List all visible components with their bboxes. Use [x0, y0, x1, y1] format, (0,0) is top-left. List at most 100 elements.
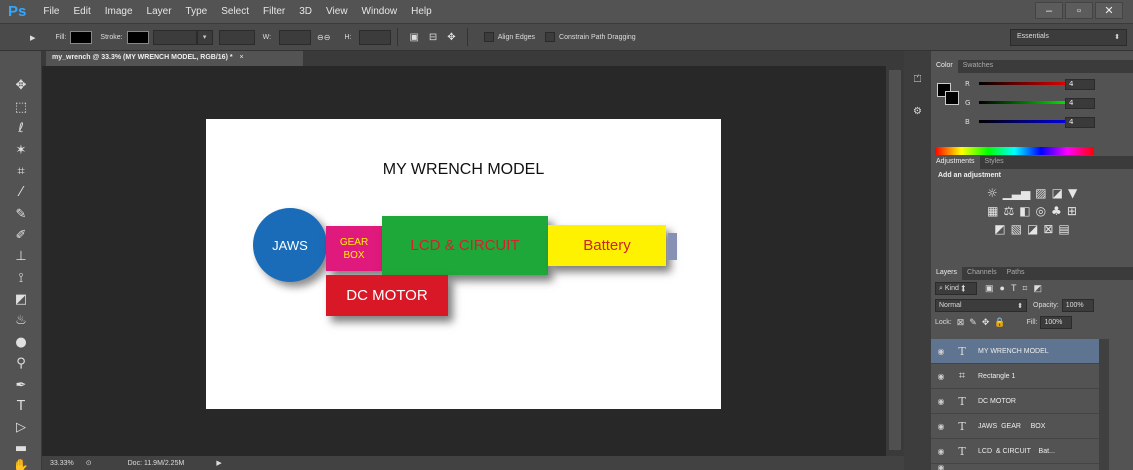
menu-layer[interactable]: Layer — [140, 6, 179, 17]
menu-type[interactable]: Type — [179, 6, 215, 17]
stroke-width-dropdown[interactable]: ▾ — [196, 29, 213, 45]
tab-paths[interactable]: Paths — [1002, 267, 1030, 280]
close-tab-icon[interactable]: × — [240, 54, 244, 61]
menu-file[interactable]: File — [36, 6, 66, 17]
path-selection-tool-icon[interactable]: ▷ — [12, 420, 30, 436]
tab-color[interactable]: Color — [931, 60, 958, 73]
blue-slider[interactable] — [979, 120, 1077, 123]
path-operations-icon[interactable]: ▣ — [409, 32, 418, 43]
history-panel-icon[interactable]: ⏍ — [910, 74, 925, 88]
gradient-map-icon[interactable]: ▤ — [1058, 222, 1069, 236]
visibility-eye-icon[interactable]: ◉ — [931, 447, 951, 456]
tab-adjustments[interactable]: Adjustments — [931, 156, 980, 169]
tab-styles[interactable]: Styles — [980, 156, 1009, 169]
threshold-icon[interactable]: ◪ — [1027, 222, 1038, 236]
document-canvas[interactable]: MY WRENCH MODEL JAWS GEAR BOX LCD & CIRC… — [206, 119, 721, 409]
history-brush-tool-icon[interactable]: ⟟ — [12, 271, 30, 287]
tab-channels[interactable]: Channels — [962, 267, 1002, 280]
stroke-width-input[interactable] — [152, 29, 197, 45]
levels-icon[interactable]: ▁▃▅ — [1003, 186, 1031, 200]
background-color-swatch[interactable] — [945, 91, 959, 105]
rectangle-tool-icon[interactable]: ▬ — [12, 441, 30, 457]
color-lookup-icon[interactable]: ⊞ — [1067, 204, 1077, 218]
blue-value[interactable]: 4 — [1065, 117, 1095, 128]
green-slider[interactable] — [979, 101, 1077, 104]
path-select-tool-icon[interactable]: ▸ — [30, 31, 36, 44]
workspace-dropdown[interactable]: Essentials ⬍ — [1010, 29, 1127, 46]
opacity-input[interactable]: 100% — [1061, 299, 1094, 312]
lasso-tool-icon[interactable]: ℓ — [12, 121, 30, 137]
layer-row[interactable]: ◉ — [931, 464, 1099, 470]
blend-mode-dropdown[interactable]: Normal ⬍ — [935, 299, 1027, 312]
layer-row[interactable]: ◉ T MY WRENCH MODEL — [931, 339, 1099, 364]
align-edges-checkbox[interactable] — [483, 32, 494, 42]
height-input[interactable] — [359, 29, 392, 45]
menu-image[interactable]: Image — [98, 6, 140, 17]
stroke-type-dropdown[interactable] — [218, 29, 255, 45]
menu-window[interactable]: Window — [355, 6, 405, 17]
red-slider[interactable] — [979, 82, 1077, 85]
visibility-eye-icon[interactable]: ◉ — [931, 422, 951, 431]
layer-filter-icons[interactable]: ▣●T⌗◩ — [985, 283, 1048, 294]
vibrance-icon[interactable]: ▼ — [1068, 186, 1077, 200]
scrollbar-thumb[interactable] — [889, 70, 901, 450]
curves-icon[interactable]: ▨ — [1035, 186, 1046, 200]
healing-brush-tool-icon[interactable]: ✎ — [12, 207, 30, 223]
layer-kind-filter[interactable]: ⌕ Kind ⬍ — [935, 282, 977, 295]
selective-color-icon[interactable]: ⊠ — [1043, 222, 1053, 236]
status-info-icon[interactable]: ⊙ — [86, 459, 92, 467]
document-tab[interactable]: my_wrench @ 33.3% (MY WRENCH MODEL, RGB/… — [46, 51, 303, 66]
hand-tool-icon[interactable]: ✋ — [12, 459, 30, 470]
zoom-level[interactable]: 33.33% — [50, 460, 74, 467]
fill-swatch[interactable] — [70, 30, 93, 44]
exposure-icon[interactable]: ◪ — [1052, 186, 1063, 200]
fill-opacity-input[interactable]: 100% — [1040, 316, 1073, 329]
move-tool-icon[interactable]: ✥ — [12, 78, 30, 94]
minimize-button[interactable]: – — [1035, 2, 1063, 19]
path-arrangement-icon[interactable]: ✥ — [447, 32, 455, 43]
magic-wand-tool-icon[interactable]: ✶ — [12, 143, 30, 159]
tab-swatches[interactable]: Swatches — [958, 60, 998, 73]
tab-layers[interactable]: Layers — [931, 267, 963, 280]
green-value[interactable]: 4 — [1065, 98, 1095, 109]
menu-filter[interactable]: Filter — [256, 6, 292, 17]
posterize-icon[interactable]: ▧ — [1011, 222, 1022, 236]
width-input[interactable] — [279, 29, 312, 45]
brush-tool-icon[interactable]: ✐ — [12, 228, 30, 244]
invert-icon[interactable]: ◩ — [994, 222, 1005, 236]
stamp-tool-icon[interactable]: ⊥ — [12, 249, 30, 265]
menu-help[interactable]: Help — [404, 6, 439, 17]
path-alignment-icon[interactable]: ⊟ — [429, 32, 437, 43]
link-icon[interactable]: ⊖⊖ — [317, 33, 330, 42]
close-button[interactable]: ✕ — [1095, 2, 1123, 19]
pen-tool-icon[interactable]: ✒ — [12, 378, 30, 394]
stroke-swatch[interactable] — [126, 30, 149, 44]
visibility-eye-icon[interactable]: ◉ — [931, 372, 951, 381]
layers-scrollbar[interactable] — [1099, 339, 1109, 470]
black-white-icon[interactable]: ◧ — [1019, 204, 1030, 218]
blur-tool-icon[interactable]: ● — [12, 335, 30, 351]
color-spectrum[interactable] — [935, 147, 1094, 155]
color-balance-icon[interactable]: ⚖ — [1003, 204, 1014, 218]
layer-row[interactable]: ◉ T DC MOTOR — [931, 389, 1099, 414]
canvas-scrollbar[interactable] — [886, 66, 904, 456]
visibility-eye-icon[interactable]: ◉ — [931, 397, 951, 406]
menu-3d[interactable]: 3D — [292, 6, 319, 17]
layer-row[interactable]: ◉ T LCD & CIRCUIT Bat... — [931, 439, 1099, 464]
menu-view[interactable]: View — [319, 6, 355, 17]
menu-select[interactable]: Select — [214, 6, 256, 17]
red-value[interactable]: 4 — [1065, 79, 1095, 90]
canvas-area[interactable]: MY WRENCH MODEL JAWS GEAR BOX LCD & CIRC… — [42, 66, 904, 456]
status-menu-arrow-icon[interactable]: ▶ — [216, 459, 221, 467]
eyedropper-tool-icon[interactable]: ⁄ — [12, 185, 30, 201]
restore-button[interactable]: ▫ — [1065, 2, 1093, 19]
photo-filter-icon[interactable]: ◎ — [1036, 204, 1046, 218]
visibility-eye-icon[interactable]: ◉ — [931, 347, 951, 356]
visibility-eye-icon[interactable]: ◉ — [931, 464, 951, 470]
constrain-path-checkbox[interactable] — [545, 32, 556, 42]
layer-row[interactable]: ◉ T JAWS GEAR BOX — [931, 414, 1099, 439]
properties-panel-icon[interactable]: ⚙ — [910, 106, 925, 120]
brightness-icon[interactable]: ☼ — [987, 186, 998, 200]
eraser-tool-icon[interactable]: ◩ — [12, 292, 30, 308]
paint-bucket-tool-icon[interactable]: ♨ — [12, 313, 30, 329]
